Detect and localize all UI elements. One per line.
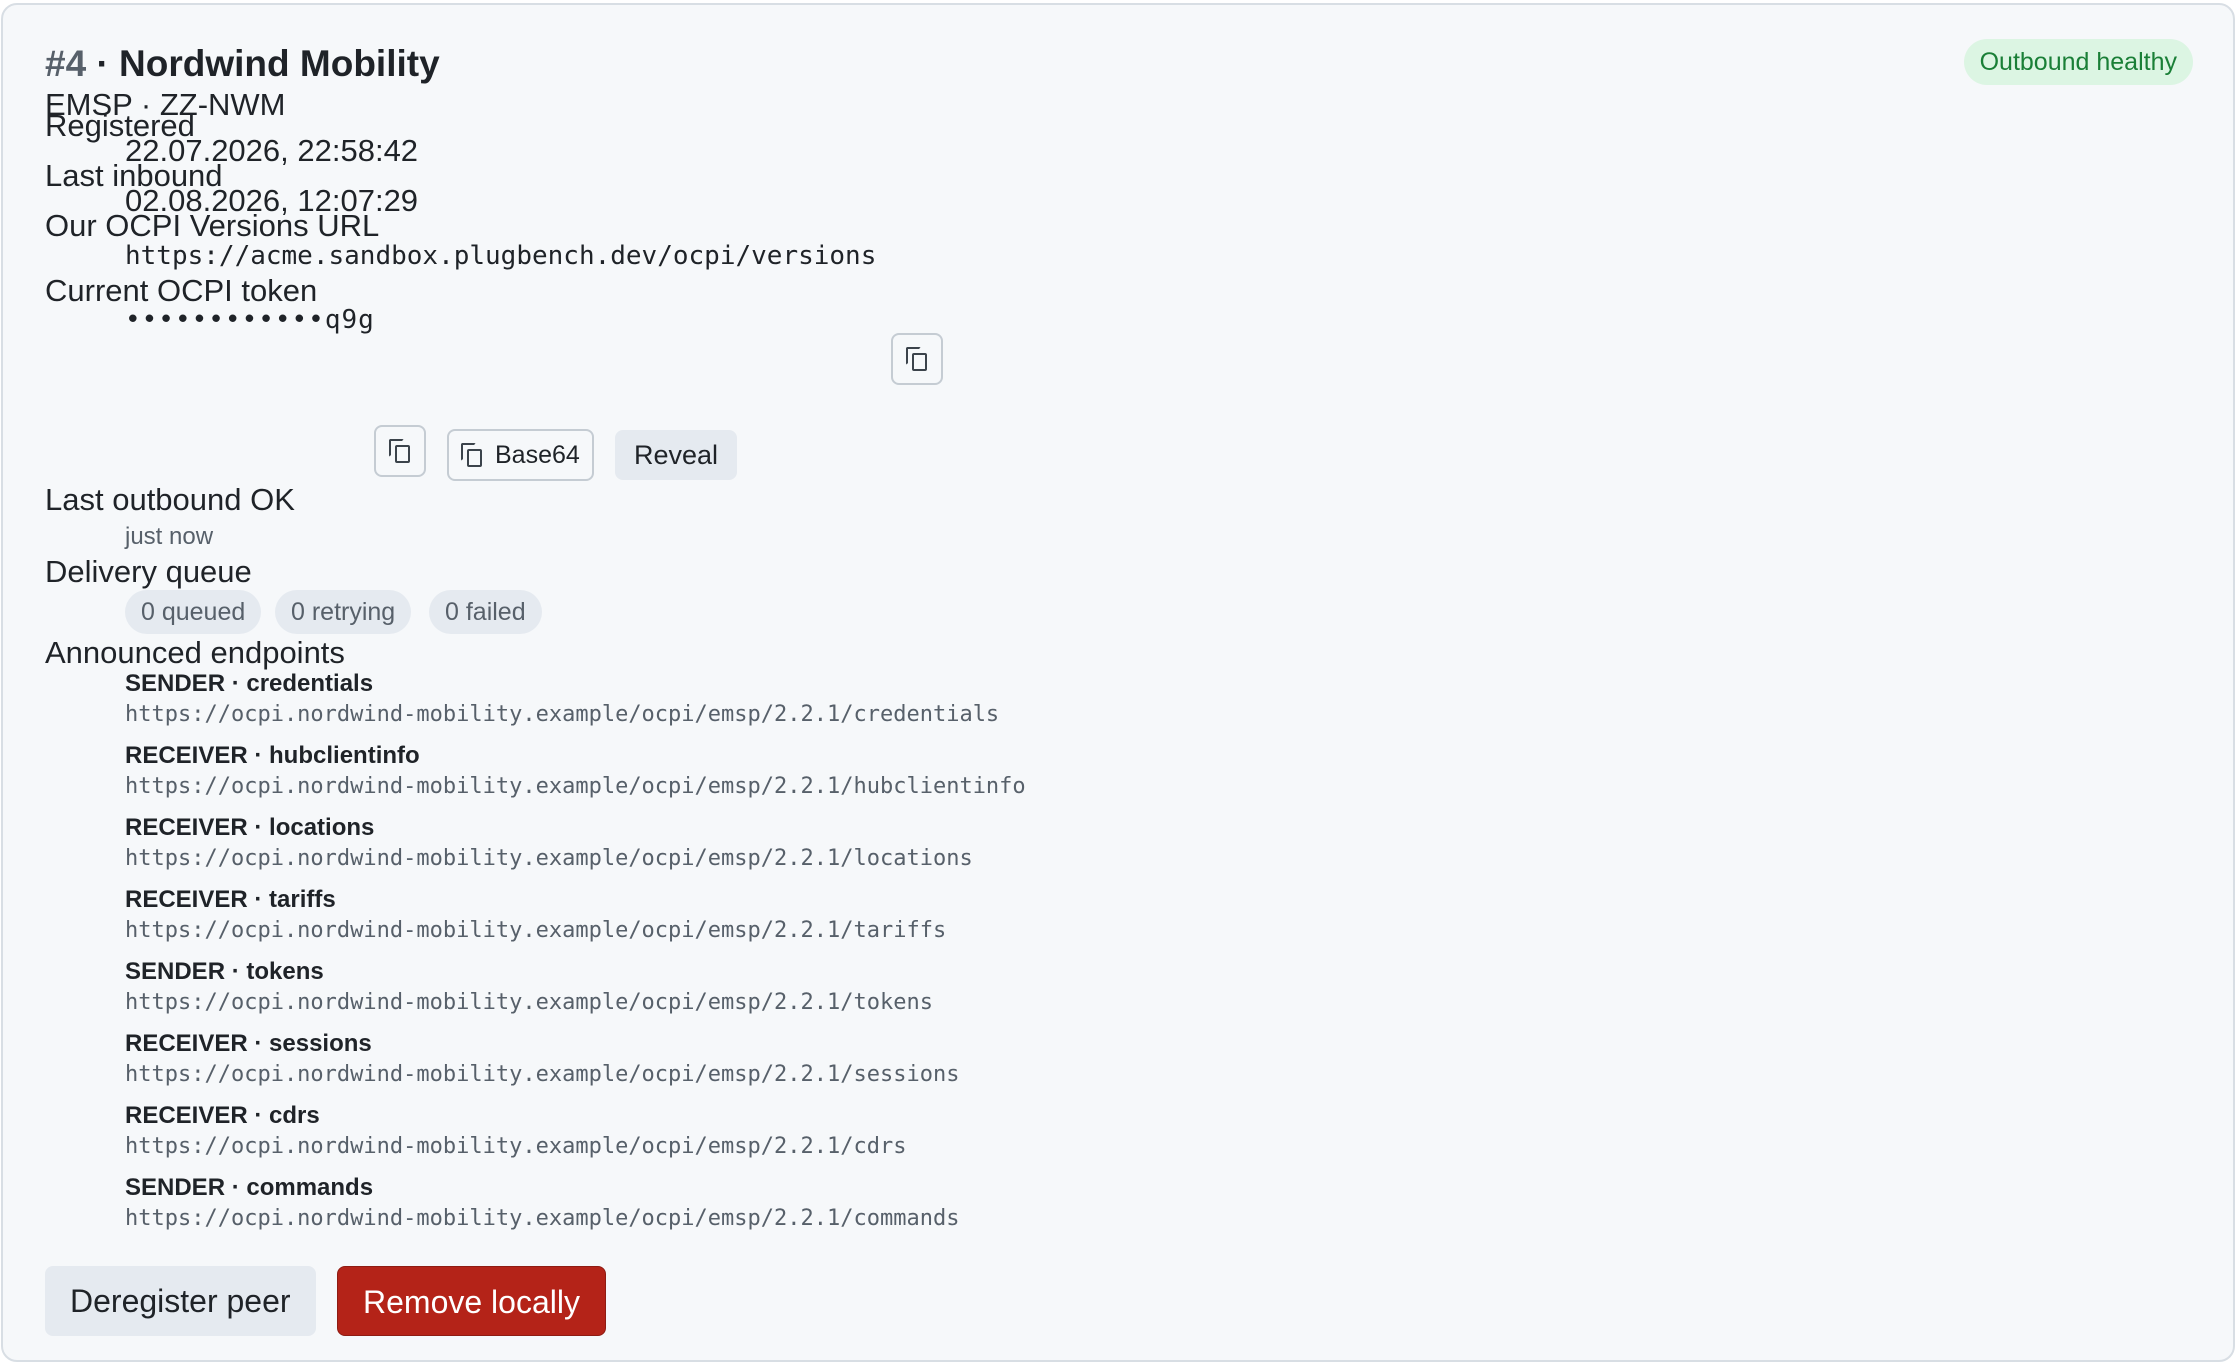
delivery-queue-label: Delivery queue bbox=[45, 554, 252, 589]
endpoint-url: https://ocpi.nordwind-mobility.example/o… bbox=[125, 846, 973, 871]
copy-token-button[interactable] bbox=[374, 425, 426, 477]
copy-icon bbox=[906, 347, 928, 371]
endpoint-url: https://ocpi.nordwind-mobility.example/o… bbox=[125, 918, 947, 943]
endpoint-item: RECEIVER · hubclientinfo https://ocpi.no… bbox=[125, 741, 1026, 802]
last-outbound-value: just now bbox=[125, 523, 214, 550]
endpoint-heading: RECEIVER · locations bbox=[125, 814, 375, 841]
endpoint-heading: RECEIVER · tariffs bbox=[125, 886, 336, 913]
endpoint-item: SENDER · commands https://ocpi.nordwind-… bbox=[125, 1173, 959, 1234]
status-badge: Outbound healthy bbox=[1963, 39, 2193, 85]
title-separator: · bbox=[96, 43, 109, 84]
deregister-peer-button[interactable]: Deregister peer bbox=[45, 1266, 316, 1336]
remove-locally-button[interactable]: Remove locally bbox=[337, 1266, 606, 1336]
token-label: Current OCPI token bbox=[45, 273, 318, 308]
endpoint-item: SENDER · credentials https://ocpi.nordwi… bbox=[125, 669, 999, 730]
endpoint-heading: RECEIVER · sessions bbox=[125, 1030, 372, 1057]
copy-versions-url-button[interactable] bbox=[891, 333, 943, 385]
versions-url-value: https://acme.sandbox.plugbench.dev/ocpi/… bbox=[125, 241, 877, 271]
copy-icon bbox=[461, 443, 483, 467]
copy-base64-button[interactable]: Base64 bbox=[447, 429, 594, 481]
versions-url-label: Our OCPI Versions URL bbox=[45, 208, 380, 243]
endpoint-url: https://ocpi.nordwind-mobility.example/o… bbox=[125, 1062, 960, 1087]
endpoint-item: RECEIVER · cdrs https://ocpi.nordwind-mo… bbox=[125, 1101, 906, 1162]
endpoint-url: https://ocpi.nordwind-mobility.example/o… bbox=[125, 1206, 960, 1231]
copy-icon bbox=[389, 439, 411, 463]
endpoint-url: https://ocpi.nordwind-mobility.example/o… bbox=[125, 1134, 907, 1159]
endpoint-heading: SENDER · tokens bbox=[125, 958, 324, 985]
endpoint-url: https://ocpi.nordwind-mobility.example/o… bbox=[125, 774, 1026, 799]
endpoint-item: SENDER · tokens https://ocpi.nordwind-mo… bbox=[125, 957, 933, 1018]
endpoint-heading: SENDER · commands bbox=[125, 1174, 374, 1201]
endpoint-item: RECEIVER · locations https://ocpi.nordwi… bbox=[125, 813, 973, 874]
endpoint-item: RECEIVER · sessions https://ocpi.nordwin… bbox=[125, 1029, 959, 1090]
peer-title: #4 · Nordwind Mobility bbox=[45, 43, 440, 85]
last-outbound-label: Last outbound OK bbox=[45, 482, 295, 517]
queue-retrying-badge: 0 retrying bbox=[275, 590, 412, 634]
base64-label: Base64 bbox=[495, 440, 580, 469]
endpoint-url: https://ocpi.nordwind-mobility.example/o… bbox=[125, 990, 933, 1015]
endpoint-item: RECEIVER · tariffs https://ocpi.nordwind… bbox=[125, 885, 946, 946]
endpoint-heading: SENDER · credentials bbox=[125, 670, 374, 697]
peer-card: #4 · Nordwind Mobility EMSP · ZZ-NWM Out… bbox=[1, 3, 2235, 1362]
token-value: ••••••••••••q9g bbox=[125, 305, 375, 335]
endpoint-heading: RECEIVER · cdrs bbox=[125, 1102, 320, 1129]
endpoints-label: Announced endpoints bbox=[45, 635, 345, 670]
peer-number: #4 bbox=[45, 43, 87, 84]
reveal-token-button[interactable]: Reveal bbox=[615, 430, 738, 480]
peer-name: Nordwind Mobility bbox=[119, 43, 440, 84]
queue-failed-badge: 0 failed bbox=[429, 590, 542, 634]
endpoint-url: https://ocpi.nordwind-mobility.example/o… bbox=[125, 702, 1000, 727]
endpoint-heading: RECEIVER · hubclientinfo bbox=[125, 742, 420, 769]
queue-queued-badge: 0 queued bbox=[125, 590, 262, 634]
